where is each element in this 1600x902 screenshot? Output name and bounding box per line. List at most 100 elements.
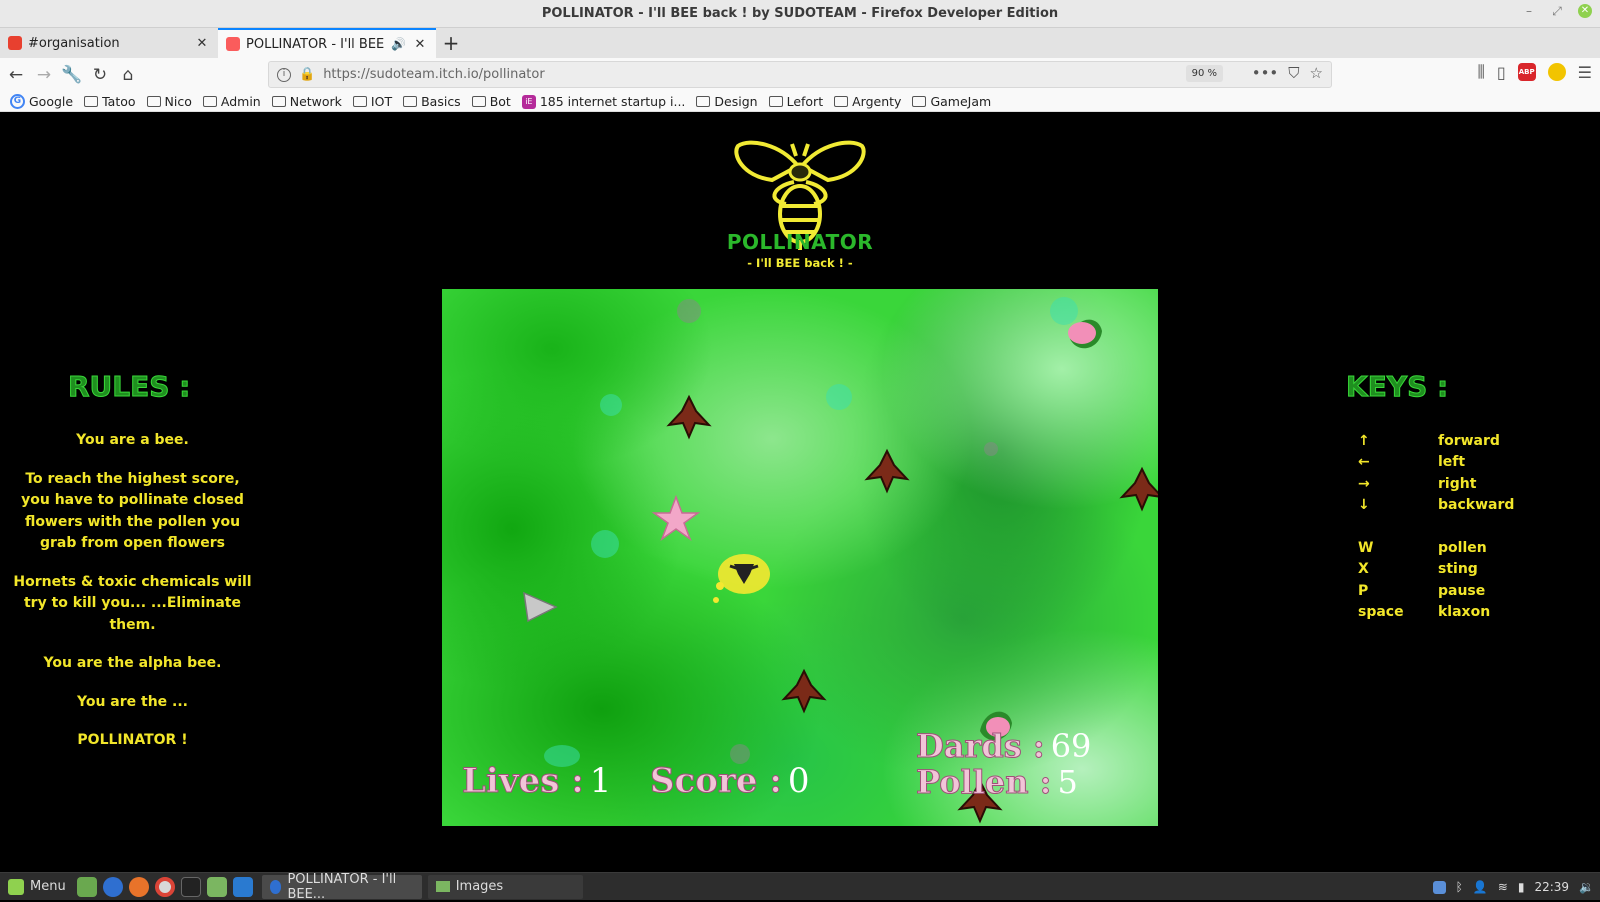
- bookmark-label: IOT: [370, 94, 393, 109]
- key-binding-row: ↓ backward: [1358, 495, 1558, 517]
- score-label: Score :: [650, 761, 783, 802]
- keys-list: ↑ forward ← left → right ↓ backward Wpollen Xstin…: [1358, 430, 1558, 623]
- bookmark-folder[interactable]: Admin: [202, 94, 261, 109]
- zoom-level[interactable]: 90 %: [1185, 65, 1223, 82]
- close-window-icon[interactable]: ✕: [1578, 4, 1592, 18]
- bookmark-google[interactable]: G Google: [10, 94, 73, 109]
- bookmark-label: Admin: [220, 94, 261, 109]
- site-info-icon[interactable]: i: [277, 67, 291, 82]
- key-name: ↑: [1358, 432, 1370, 449]
- google-icon: G: [10, 94, 25, 109]
- reload-icon[interactable]: ↻: [86, 61, 114, 89]
- pocket-icon[interactable]: ⛉: [1288, 64, 1299, 82]
- bookmark-folder[interactable]: Network: [271, 94, 342, 109]
- url-text[interactable]: https://sudoteam.itch.io/pollinator: [323, 67, 545, 82]
- navigation-toolbar: ← → 🔧 ↻ ⌂ i 🔒 https://sudoteam.itch.io/p…: [0, 58, 1600, 92]
- key-binding-row: ← left: [1358, 452, 1558, 474]
- home-icon[interactable]: ⌂: [114, 61, 142, 89]
- maximize-icon[interactable]: ⤢: [1550, 4, 1564, 18]
- forward-icon[interactable]: →: [30, 61, 58, 89]
- bookmark-folder[interactable]: Design: [696, 94, 758, 109]
- minimize-icon[interactable]: –: [1522, 4, 1536, 18]
- site-favicon-icon: iE: [521, 94, 536, 109]
- terminal-icon[interactable]: [180, 876, 201, 897]
- window-controls: – ⤢ ✕: [1522, 4, 1592, 18]
- tab-close-icon[interactable]: ✕: [194, 36, 210, 51]
- user-icon[interactable]: 👤: [1473, 880, 1488, 894]
- vscode-icon[interactable]: [232, 876, 253, 897]
- wrench-icon[interactable]: 🔧: [58, 61, 86, 89]
- bluetooth-icon[interactable]: ᛒ: [1456, 880, 1463, 894]
- game-canvas[interactable]: Lives :1 Score :0 Dards :69 Pollen :5: [442, 289, 1158, 826]
- more-actions-icon[interactable]: •••: [1252, 64, 1279, 82]
- hornet-enemy: [864, 448, 910, 494]
- bookmarks-toolbar: G Google Tatoo Nico Admin Network IOT Basics Bot…: [0, 92, 1600, 112]
- bookmark-folder[interactable]: Lefort: [768, 94, 824, 109]
- speaker-icon[interactable]: 🔊: [391, 37, 406, 51]
- show-desktop-icon[interactable]: [76, 876, 97, 897]
- files-icon[interactable]: [206, 876, 227, 897]
- key-name: ↓: [1358, 497, 1370, 514]
- player-bee: [713, 554, 770, 603]
- tab-close-icon[interactable]: ✕: [412, 37, 428, 52]
- pollen-display: Pollen :5: [915, 763, 1078, 802]
- dards-value: 69: [1050, 727, 1092, 765]
- task-images[interactable]: Images: [427, 874, 583, 899]
- bookmark-folder[interactable]: Argenty: [834, 94, 901, 109]
- hornet-enemy: [1119, 466, 1158, 512]
- new-tab-button[interactable]: +: [436, 28, 466, 58]
- bookmark-site[interactable]: iE 185 internet startup i...: [521, 94, 685, 109]
- tab-favicon-icon: [8, 36, 22, 50]
- tab-organisation[interactable]: #organisation ✕: [0, 28, 218, 58]
- folder-icon: [146, 96, 161, 107]
- bookmark-label: Tatoo: [102, 94, 136, 109]
- clock[interactable]: 22:39: [1534, 880, 1569, 894]
- folder-icon: [696, 96, 711, 107]
- bookmark-folder[interactable]: Nico: [146, 94, 192, 109]
- folder-icon: [834, 96, 849, 107]
- bookmark-folder[interactable]: Bot: [471, 94, 511, 109]
- tab-label: POLLINATOR - I'll BEE back: [246, 36, 385, 52]
- bookmark-star-icon[interactable]: ☆: [1310, 64, 1323, 82]
- bookmark-folder[interactable]: Basics: [403, 94, 461, 109]
- sidebar-icon[interactable]: ▯: [1497, 63, 1506, 82]
- bookmark-folder[interactable]: Tatoo: [84, 94, 136, 109]
- score-value: 0: [787, 761, 810, 801]
- chrome-icon[interactable]: [154, 876, 175, 897]
- menu-label: Menu: [30, 879, 66, 894]
- firefox-icon[interactable]: [128, 876, 149, 897]
- hornet-enemy: [781, 668, 827, 714]
- pollen-value: 5: [1057, 763, 1078, 801]
- key-name: →: [1358, 475, 1370, 492]
- library-icon[interactable]: ⫼: [1477, 62, 1484, 82]
- url-bar[interactable]: i 🔒 https://sudoteam.itch.io/pollinator …: [268, 61, 1332, 88]
- back-icon[interactable]: ←: [2, 61, 30, 89]
- key-binding-row: space klaxon: [1358, 602, 1558, 624]
- logo-title: POLLINATOR: [726, 230, 874, 254]
- start-menu-button[interactable]: Menu: [0, 873, 74, 901]
- bookmark-folder[interactable]: IOT: [352, 94, 393, 109]
- bookmark-label: Lefort: [786, 94, 824, 109]
- shield-icon[interactable]: [1432, 880, 1446, 894]
- bookmark-label: Design: [714, 94, 758, 109]
- hornet-enemy: [666, 394, 712, 440]
- firefox-dev-icon[interactable]: [102, 876, 123, 897]
- wifi-icon[interactable]: ≋: [1498, 880, 1508, 894]
- rules-paragraph: You are a bee.: [76, 432, 189, 448]
- extension-icon[interactable]: [1547, 63, 1566, 81]
- task-firefox[interactable]: POLLINATOR - I'll BEE...: [261, 872, 422, 902]
- adblock-icon[interactable]: ABP: [1517, 63, 1536, 81]
- battery-icon[interactable]: ▮: [1518, 880, 1525, 894]
- bookmark-folder[interactable]: GameJam: [912, 94, 991, 109]
- bookmark-label: Google: [29, 94, 74, 109]
- key-name: P: [1358, 582, 1369, 599]
- logo-subtitle: - I'll BEE back ! -: [747, 256, 853, 270]
- hamburger-menu-icon[interactable]: ☰: [1578, 63, 1592, 82]
- folder-icon: [271, 96, 286, 107]
- tab-pollinator[interactable]: POLLINATOR - I'll BEE back 🔊 ✕: [218, 28, 436, 58]
- toxic-spots: [677, 299, 998, 764]
- dards-display: Dards :69: [916, 727, 1092, 766]
- bookmark-label: Bot: [489, 94, 511, 109]
- chemical-enemy: [523, 591, 558, 623]
- volume-icon[interactable]: 🔉: [1579, 880, 1594, 894]
